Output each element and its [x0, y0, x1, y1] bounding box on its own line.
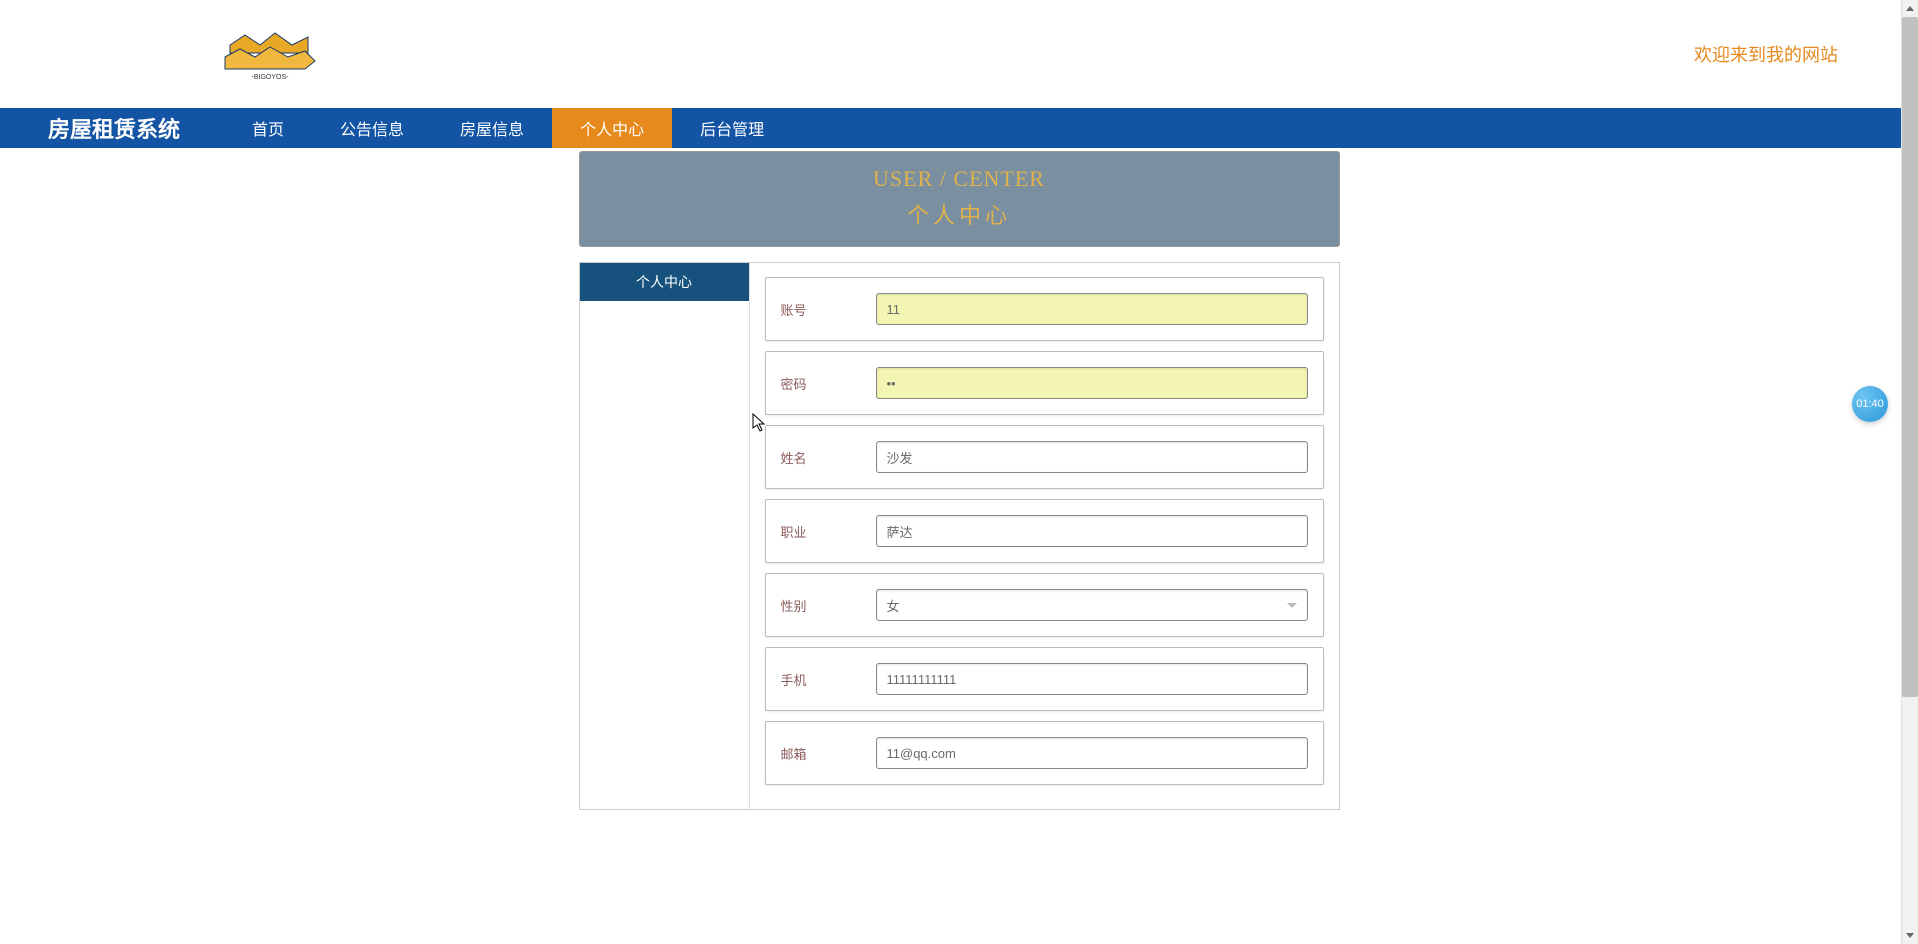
banner-title-cn: 个人中心 [580, 198, 1339, 230]
nav-admin[interactable]: 后台管理 [672, 108, 792, 148]
sidebar-item-user-center[interactable]: 个人中心 [580, 263, 749, 301]
content: 个人中心 账号 密码 姓名 职业 性别 女 手机 [579, 262, 1340, 810]
form-row-name: 姓名 [765, 425, 1324, 489]
form-row-account: 账号 [765, 277, 1324, 341]
welcome-text: 欢迎来到我的网站 [1694, 41, 1838, 67]
form-row-password: 密码 [765, 351, 1324, 415]
navbar: 房屋租赁系统 首页 公告信息 房屋信息 个人中心 后台管理 [0, 108, 1918, 148]
nav-announcements[interactable]: 公告信息 [312, 108, 432, 148]
timer-badge[interactable]: 01:40 [1852, 386, 1888, 422]
scrollbar[interactable] [1901, 0, 1918, 944]
nav-brand: 房屋租赁系统 [48, 108, 204, 148]
logo[interactable]: -BIGOYOS- [220, 27, 320, 82]
select-gender[interactable]: 女 [876, 589, 1308, 621]
form-row-occupation: 职业 [765, 499, 1324, 563]
nav-houses[interactable]: 房屋信息 [432, 108, 552, 148]
input-phone[interactable] [876, 663, 1308, 695]
scroll-thumb[interactable] [1902, 17, 1918, 697]
label-phone: 手机 [781, 670, 876, 689]
input-password[interactable] [876, 367, 1308, 399]
label-occupation: 职业 [781, 522, 876, 541]
banner-title-en: USER / CENTER [580, 166, 1339, 192]
nav-home[interactable]: 首页 [224, 108, 312, 148]
nav-user-center[interactable]: 个人中心 [552, 108, 672, 148]
form-area: 账号 密码 姓名 职业 性别 女 手机 邮箱 [750, 263, 1339, 809]
label-name: 姓名 [781, 448, 876, 467]
input-name[interactable] [876, 441, 1308, 473]
chevron-down-icon [1287, 603, 1297, 608]
input-email[interactable] [876, 737, 1308, 769]
select-gender-value: 女 [887, 596, 900, 615]
header: -BIGOYOS- 欢迎来到我的网站 [0, 0, 1918, 108]
input-account[interactable] [876, 293, 1308, 325]
label-account: 账号 [781, 300, 876, 319]
label-gender: 性别 [781, 596, 876, 615]
form-row-phone: 手机 [765, 647, 1324, 711]
sidebar: 个人中心 [580, 263, 750, 809]
page-banner: USER / CENTER 个人中心 [579, 151, 1340, 247]
form-row-gender: 性别 女 [765, 573, 1324, 637]
label-email: 邮箱 [781, 744, 876, 763]
scroll-up-arrow[interactable] [1902, 0, 1918, 17]
input-occupation[interactable] [876, 515, 1308, 547]
svg-text:-BIGOYOS-: -BIGOYOS- [252, 74, 290, 81]
scroll-down-arrow[interactable] [1902, 927, 1918, 944]
form-row-email: 邮箱 [765, 721, 1324, 785]
label-password: 密码 [781, 374, 876, 393]
